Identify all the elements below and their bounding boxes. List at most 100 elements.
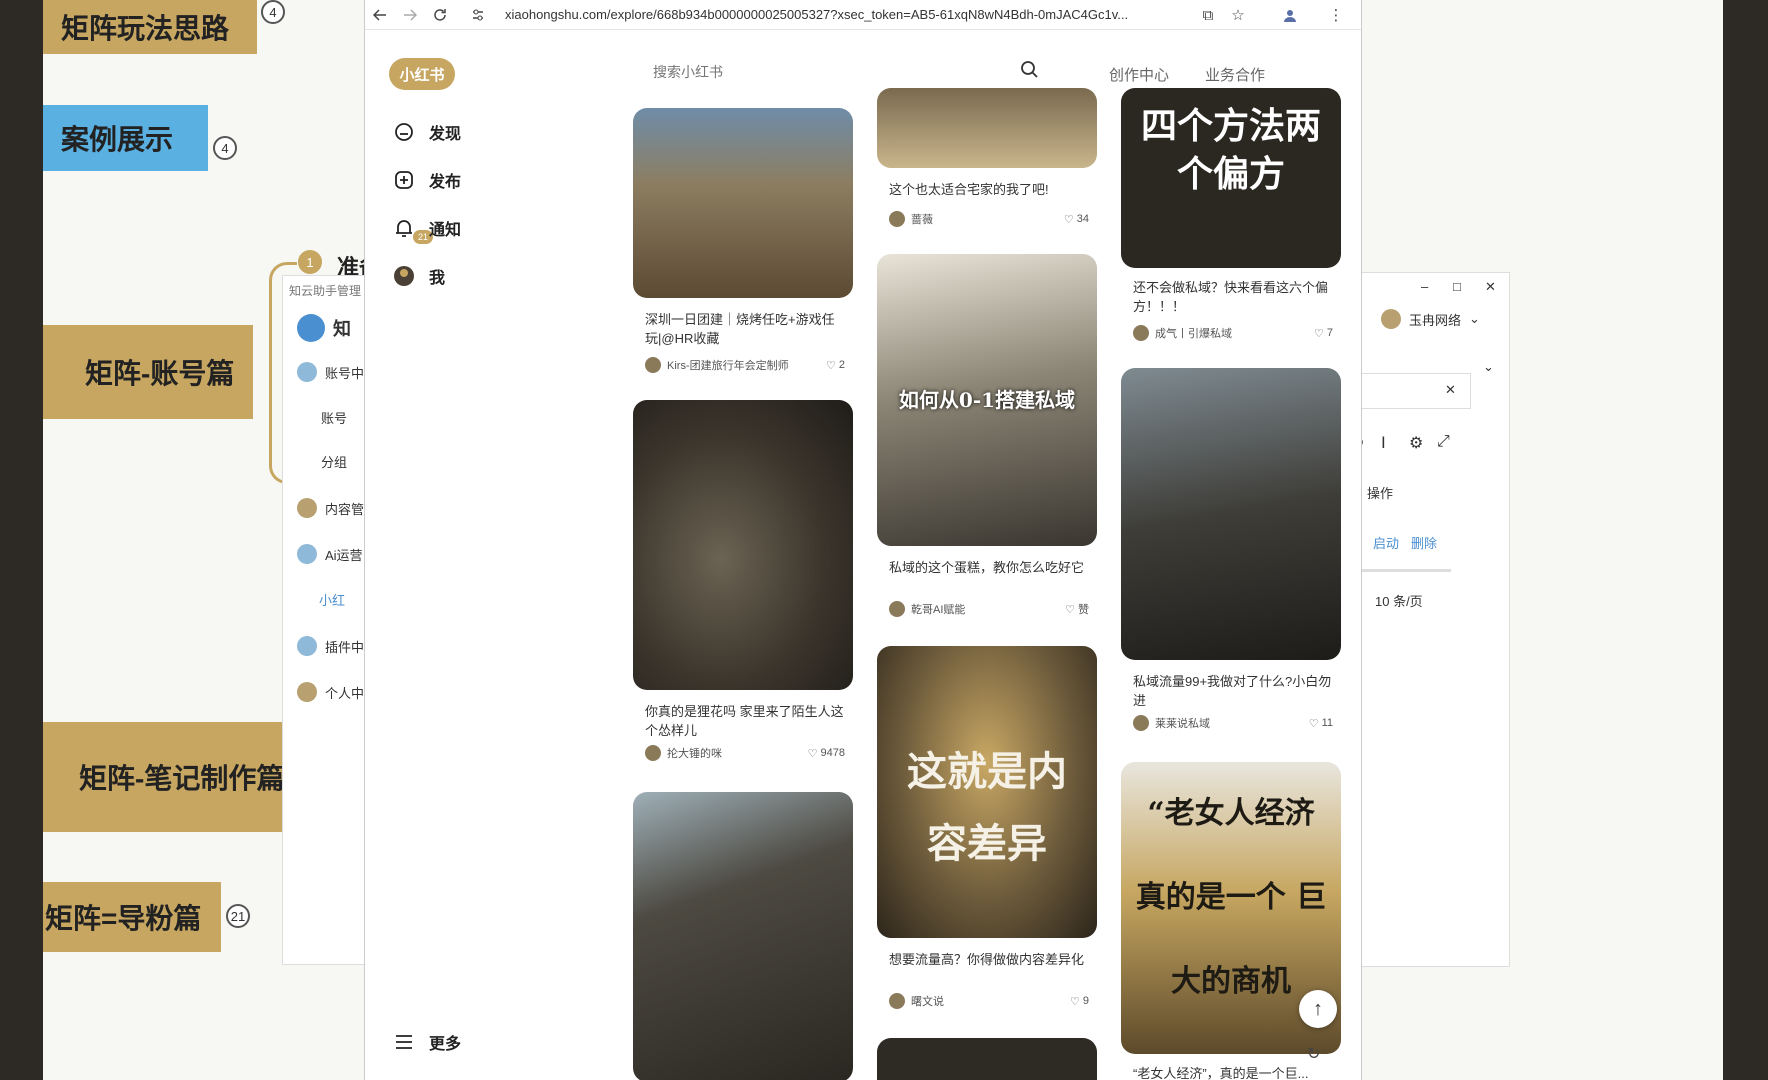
- search-input[interactable]: [625, 64, 1005, 80]
- nav-content[interactable]: 内容管: [297, 498, 364, 518]
- note-title[interactable]: 想要流量高？你得做做内容差异化: [889, 950, 1089, 969]
- author-name[interactable]: 曙文说: [911, 993, 1070, 1009]
- note-cover[interactable]: 这就是内容差异: [877, 646, 1097, 938]
- note-card[interactable]: 这个也太适合宅家的我了吧! 蔷薇 ♡ 34: [877, 88, 1097, 228]
- node-count-badge[interactable]: 4: [261, 0, 285, 24]
- note-card[interactable]: [877, 1038, 1097, 1080]
- sidebar-item-publish[interactable]: 发布: [393, 168, 461, 192]
- like-button[interactable]: ♡ 11: [1309, 717, 1333, 730]
- like-button[interactable]: ♡ 2: [826, 359, 845, 372]
- refresh-feed-icon[interactable]: ↻: [1307, 1044, 1320, 1064]
- nav-profile[interactable]: 个人中: [297, 682, 364, 702]
- note-card[interactable]: 这就是内容差异 想要流量高？你得做做内容差异化 曙文说 ♡ 9: [877, 646, 1097, 1016]
- author-name[interactable]: 莱莱说私域: [1155, 715, 1309, 731]
- note-title[interactable]: 私域的这个蛋糕，教你怎么吃好它: [889, 558, 1089, 577]
- table-scrollbar[interactable]: [1351, 569, 1451, 572]
- node-count-badge[interactable]: 4: [213, 136, 237, 160]
- note-title[interactable]: 这个也太适合宅家的我了吧!: [889, 180, 1089, 199]
- install-app-icon[interactable]: ⧉: [1195, 0, 1221, 30]
- chevron-down-icon[interactable]: ⌄: [1483, 359, 1494, 375]
- like-button[interactable]: ♡ 9478: [808, 747, 845, 760]
- column-icon[interactable]: Ⅰ: [1381, 433, 1386, 453]
- sidebar-item-discover[interactable]: 发现: [393, 120, 461, 144]
- like-button[interactable]: ♡ 7: [1314, 327, 1333, 340]
- nav-account-sub[interactable]: 账号: [321, 408, 347, 427]
- back-to-top-button[interactable]: ↑: [1299, 990, 1337, 1028]
- note-title[interactable]: 你真的是狸花吗 家里来了陌生人这个怂样儿: [645, 702, 845, 740]
- note-title[interactable]: 还不会做私域？快来看看这六个偏方！！！: [1133, 278, 1333, 316]
- node-count-badge[interactable]: 21: [226, 904, 250, 928]
- note-title[interactable]: 深圳一日团建｜烧烤任吃+游戏任玩|@HR收藏: [645, 310, 845, 348]
- note-title[interactable]: 私域流量99+我做对了什么?小白勿进: [1133, 672, 1333, 710]
- author-avatar[interactable]: [1133, 715, 1149, 731]
- mindmap-node-accounts[interactable]: 矩阵-账号篇: [43, 325, 253, 419]
- author-avatar[interactable]: [889, 211, 905, 227]
- back-button[interactable]: [365, 0, 395, 30]
- sidebar-item-me[interactable]: 我: [393, 264, 445, 288]
- mindmap-node-cases[interactable]: 案例展示: [43, 105, 208, 171]
- nav-plugins[interactable]: 插件中: [297, 636, 364, 656]
- sidebar-item-more[interactable]: 更多: [393, 1030, 461, 1054]
- author-name[interactable]: 蔷薇: [911, 211, 1064, 227]
- maximize-button[interactable]: □: [1453, 279, 1461, 294]
- start-link[interactable]: 启动: [1373, 533, 1399, 552]
- like-button[interactable]: ♡ 赞: [1065, 601, 1089, 617]
- note-cover[interactable]: [1121, 368, 1341, 660]
- gear-icon[interactable]: ⚙: [1409, 433, 1423, 453]
- author-avatar[interactable]: [645, 745, 661, 761]
- like-button[interactable]: ♡ 34: [1064, 213, 1089, 226]
- menu-kebab-icon[interactable]: ⋮: [1323, 0, 1349, 30]
- note-card[interactable]: 你真的是狸花吗 家里来了陌生人这个怂样儿 抡大锤的咪 ♡ 9478: [633, 400, 853, 761]
- account-switcher[interactable]: 玉冉网络 ⌄: [1381, 309, 1480, 329]
- note-card[interactable]: “老女人经济 真的是一个 巨大的商机 “老女人经济”，真的是一个巨...: [1121, 762, 1341, 1080]
- note-title[interactable]: “老女人经济”，真的是一个巨...: [1133, 1064, 1333, 1080]
- delete-link[interactable]: 删除: [1411, 533, 1437, 552]
- note-cover[interactable]: [633, 792, 853, 1080]
- note-cover[interactable]: 四个方法两个偏方: [1121, 88, 1341, 268]
- author-avatar[interactable]: [889, 601, 905, 617]
- note-cover[interactable]: 如何从0-1搭建私域: [877, 254, 1097, 546]
- author-name[interactable]: 乾哥AI赋能: [911, 601, 1065, 617]
- xhs-logo[interactable]: 小红书: [389, 58, 455, 90]
- nav-group-sub[interactable]: 分组: [321, 452, 347, 471]
- reload-button[interactable]: [425, 0, 455, 30]
- url-field[interactable]: xiaohongshu.com/explore/668b934b00000000…: [505, 7, 1205, 22]
- fullscreen-icon[interactable]: ⤢: [1437, 433, 1450, 451]
- note-cover[interactable]: [877, 88, 1097, 168]
- note-card[interactable]: 私域流量99+我做对了什么?小白勿进 莱莱说私域 ♡ 11: [1121, 368, 1341, 738]
- note-card[interactable]: [633, 792, 853, 1080]
- minimize-button[interactable]: –: [1421, 279, 1428, 294]
- note-cover[interactable]: [877, 1038, 1097, 1080]
- nav-accounts[interactable]: 账号中: [297, 362, 364, 382]
- author-avatar[interactable]: [889, 993, 905, 1009]
- forward-button[interactable]: [395, 0, 425, 30]
- sidebar-item-notifications[interactable]: 通知: [393, 216, 461, 240]
- note-cover[interactable]: [633, 400, 853, 690]
- author-name[interactable]: Kirs-团建旅行年会定制师: [667, 357, 826, 373]
- author-name[interactable]: 成气丨引爆私域: [1155, 325, 1314, 341]
- author-avatar[interactable]: [645, 357, 661, 373]
- note-card[interactable]: 四个方法两个偏方 还不会做私域？快来看看这六个偏方！！！ 成气丨引爆私域 ♡ 7: [1121, 88, 1341, 368]
- filter-input[interactable]: ✕: [1351, 373, 1471, 409]
- note-card[interactable]: 深圳一日团建｜烧烤任吃+游戏任玩|@HR收藏 Kirs-团建旅行年会定制师 ♡ 2: [633, 108, 853, 373]
- clear-icon[interactable]: ✕: [1445, 382, 1456, 398]
- mindmap-node-traffic[interactable]: 矩阵=导粉篇: [43, 882, 221, 952]
- account-manager-window[interactable]: – □ ✕ 玉冉网络 ⌄ ⌄ ✕ ↻ Ⅰ ⚙ ⤢ 操作 启动 删除 10 条/页: [1350, 272, 1510, 967]
- bookmark-star-icon[interactable]: ☆: [1225, 0, 1251, 30]
- nav-ai[interactable]: Ai运营: [297, 544, 363, 564]
- note-card[interactable]: 如何从0-1搭建私域 私域的这个蛋糕，教你怎么吃好它 乾哥AI赋能 ♡ 赞: [877, 254, 1097, 624]
- feed-grid[interactable]: 深圳一日团建｜烧烤任吃+游戏任玩|@HR收藏 Kirs-团建旅行年会定制师 ♡ 2…: [633, 88, 1353, 1080]
- author-avatar[interactable]: [1133, 325, 1149, 341]
- mindmap-node-strategy[interactable]: 矩阵玩法思路: [43, 0, 257, 54]
- business-link[interactable]: 业务合作: [1205, 64, 1265, 85]
- search-icon[interactable]: [1020, 60, 1038, 83]
- site-info-icon[interactable]: [463, 0, 493, 30]
- page-size-select[interactable]: 10 条/页: [1375, 591, 1423, 610]
- close-button[interactable]: ✕: [1485, 279, 1496, 295]
- creator-center-link[interactable]: 创作中心: [1109, 64, 1169, 85]
- mindmap-node-notes[interactable]: 矩阵-笔记制作篇: [43, 722, 284, 832]
- author-name[interactable]: 抡大锤的咪: [667, 745, 808, 761]
- note-cover[interactable]: [633, 108, 853, 298]
- nav-xhs[interactable]: 小红: [319, 590, 345, 609]
- like-button[interactable]: ♡ 9: [1070, 995, 1089, 1008]
